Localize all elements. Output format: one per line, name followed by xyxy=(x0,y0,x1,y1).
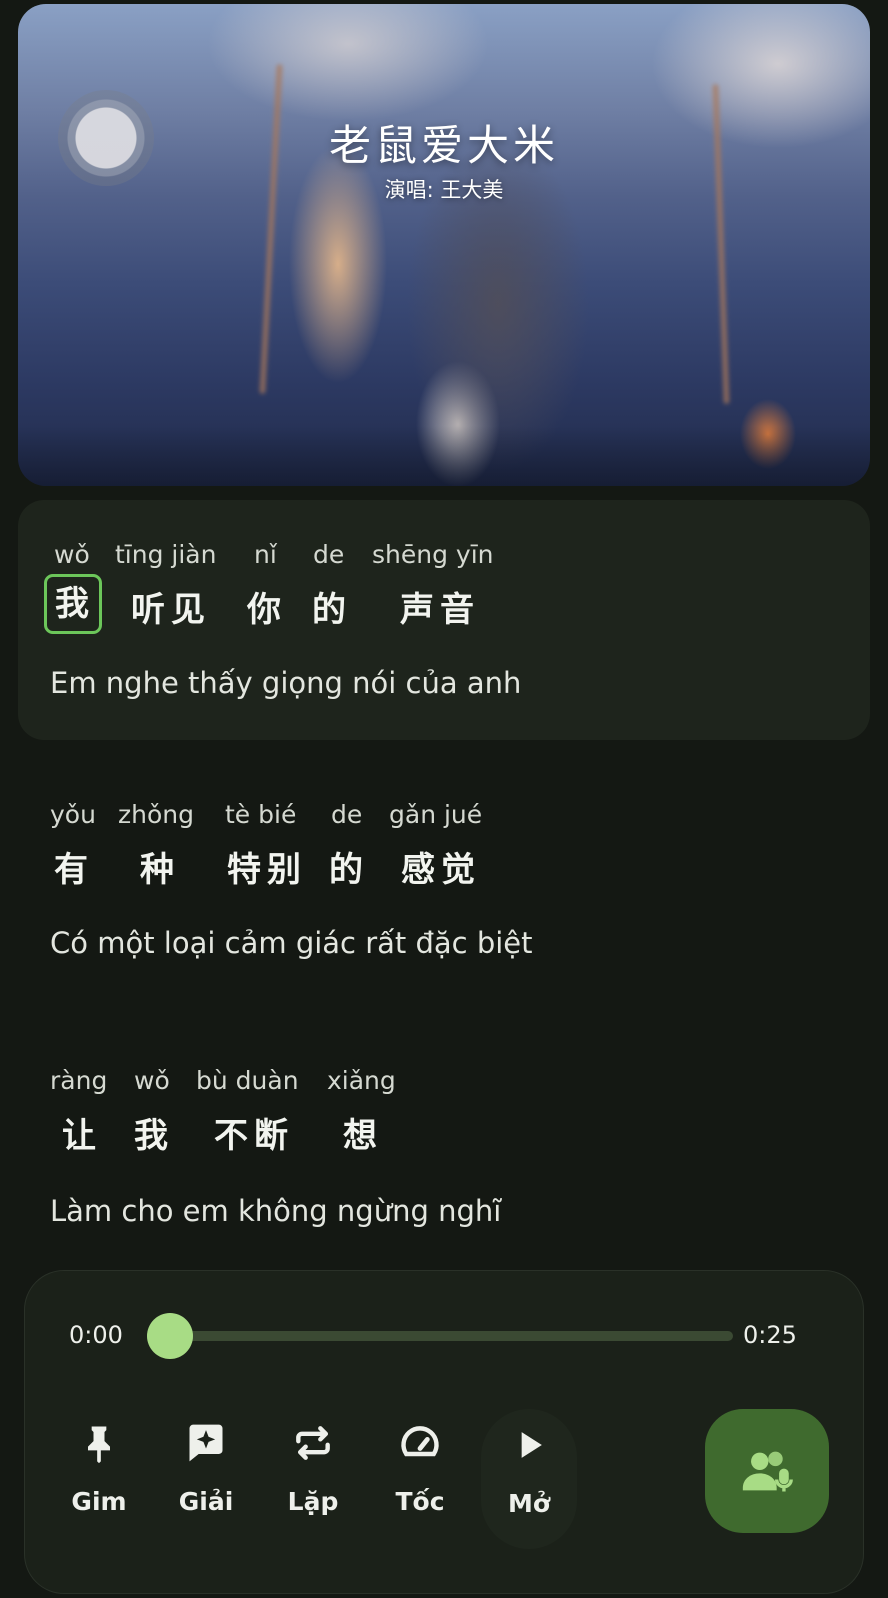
lyric-translation: Em nghe thấy giọng nói của anh xyxy=(50,666,522,700)
song-title: 老鼠爱大米 xyxy=(328,121,559,170)
pinyin: bù duàn xyxy=(196,1066,299,1095)
lyric-translation: Có một loại cảm giác rất đặc biệt xyxy=(50,926,533,960)
progress-track[interactable] xyxy=(173,1331,733,1341)
hanzi: 不断 xyxy=(214,1116,294,1156)
lyric-words: wǒ 我 tīng jiàn 听见 nǐ 你 de 的 shēng yīn 声音 xyxy=(18,540,870,660)
pinyin: tīng jiàn xyxy=(115,540,217,569)
pin-icon xyxy=(88,1426,110,1464)
pinyin: shēng yīn xyxy=(372,540,494,569)
hanzi: 你 xyxy=(247,590,287,630)
hanzi: 种 xyxy=(140,850,180,890)
pin-label: Gim xyxy=(71,1487,127,1516)
lyric-line[interactable]: ràng 让 wǒ 我 bù duàn 不断 xiǎng 想 Làm cho e… xyxy=(18,1066,870,1246)
play-icon xyxy=(521,1432,542,1458)
lyric-words: ràng 让 wǒ 我 bù duàn 不断 xiǎng 想 xyxy=(18,1066,870,1186)
lyric-line[interactable]: yǒu 有 zhǒng 种 tè bié 特别 de 的 gǎn jué 感觉 … xyxy=(18,800,870,1000)
repeat-icon xyxy=(296,1426,330,1460)
hanzi: 的 xyxy=(312,590,352,630)
pin-button[interactable]: Gim xyxy=(51,1416,147,1536)
song-artist: 演唱: 王大美 xyxy=(384,178,504,202)
current-time: 0:00 xyxy=(69,1321,123,1349)
pinyin: tè bié xyxy=(225,800,297,829)
hanzi-current: 我 xyxy=(44,574,102,634)
total-duration: 0:25 xyxy=(743,1321,797,1349)
speed-button[interactable]: Tốc xyxy=(372,1416,468,1536)
pinyin: de xyxy=(331,800,363,829)
speed-label: Tốc xyxy=(395,1487,445,1516)
play-button[interactable]: Mở xyxy=(481,1409,577,1549)
repeat-button[interactable]: Lặp xyxy=(265,1416,361,1536)
pinyin: gǎn jué xyxy=(389,800,483,829)
hanzi: 特别 xyxy=(227,850,307,890)
hanzi: 让 xyxy=(62,1116,102,1156)
speedometer-icon xyxy=(401,1426,439,1457)
hanzi: 声音 xyxy=(400,590,480,630)
pinyin: nǐ xyxy=(254,540,277,569)
pinyin: de xyxy=(313,540,345,569)
progress-thumb[interactable] xyxy=(147,1313,193,1359)
explain-sparkle-icon xyxy=(189,1424,223,1462)
karaoke-button[interactable] xyxy=(705,1409,829,1533)
group-microphone-icon xyxy=(742,1451,793,1492)
video-player[interactable]: 老鼠爱大米 演唱: 王大美 xyxy=(18,4,870,486)
hanzi: 听见 xyxy=(131,590,211,630)
pinyin: wǒ xyxy=(134,1066,170,1095)
pinyin: ràng xyxy=(50,1066,108,1095)
pinyin: wǒ xyxy=(54,540,90,569)
hanzi: 的 xyxy=(329,850,369,890)
lyric-translation: Làm cho em không ngừng nghĩ xyxy=(50,1194,502,1228)
explain-button[interactable]: Giải xyxy=(158,1416,254,1536)
repeat-label: Lặp xyxy=(287,1487,339,1516)
hanzi: 感觉 xyxy=(401,850,481,890)
pinyin: zhǒng xyxy=(118,800,194,829)
lyric-words: yǒu 有 zhǒng 种 tè bié 特别 de 的 gǎn jué 感觉 xyxy=(18,800,870,920)
hanzi: 有 xyxy=(54,850,94,890)
hanzi: 我 xyxy=(134,1116,174,1156)
lyric-line-active[interactable]: wǒ 我 tīng jiàn 听见 nǐ 你 de 的 shēng yīn 声音… xyxy=(18,500,870,740)
pinyin: xiǎng xyxy=(327,1066,396,1095)
hanzi: 想 xyxy=(343,1116,383,1156)
explain-label: Giải xyxy=(178,1487,234,1516)
pinyin: yǒu xyxy=(50,800,96,829)
play-label: Mở xyxy=(507,1489,551,1518)
player-controls-panel: 0:00 0:25 Gim Giải Lặp Tốc Mở xyxy=(24,1270,864,1594)
